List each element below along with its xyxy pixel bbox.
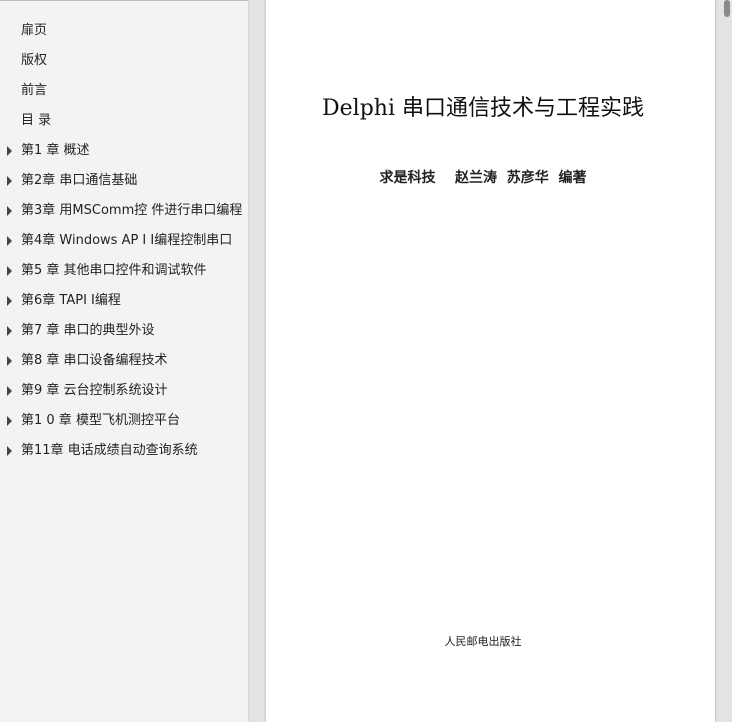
document-page: Delphi 串口通信技术与工程实践 求是科技 赵兰涛 苏彦华 编著 人民邮电出… [266, 0, 715, 722]
expand-arrow-icon[interactable] [7, 446, 12, 456]
outline-item[interactable]: 第6章 TAPI I编程 [0, 286, 248, 316]
outline-item-label: 第2章 串口通信基础 [21, 173, 138, 188]
scrollbar-thumb[interactable] [724, 0, 730, 17]
outline-item-label: 第7 章 串口的典型外设 [21, 323, 155, 338]
outline-item[interactable]: 第5 章 其他串口控件和调试软件 [0, 256, 248, 286]
outline-item-label: 前言 [21, 83, 48, 98]
outline-item-label: 目 录 [21, 113, 52, 128]
outline-item-label: 第9 章 云台控制系统设计 [21, 383, 168, 398]
vertical-scrollbar[interactable] [722, 0, 732, 722]
outline-item[interactable]: 版权 [0, 46, 248, 76]
document-viewport: Delphi 串口通信技术与工程实践 求是科技 赵兰涛 苏彦华 编著 人民邮电出… [249, 0, 732, 722]
outline-item-label: 第1 0 章 模型飞机测控平台 [21, 413, 180, 428]
outline-item[interactable]: 目 录 [0, 106, 248, 136]
expand-arrow-icon[interactable] [7, 176, 12, 186]
outline-item[interactable]: 第2章 串口通信基础 [0, 166, 248, 196]
outline-item[interactable]: 前言 [0, 76, 248, 106]
expand-arrow-icon[interactable] [7, 206, 12, 216]
outline-item-label: 版权 [21, 53, 48, 68]
expand-arrow-icon[interactable] [7, 326, 12, 336]
outline-item-label: 第6章 TAPI I编程 [21, 293, 121, 308]
outline-item-label: 第5 章 其他串口控件和调试软件 [21, 263, 207, 278]
expand-arrow-icon[interactable] [7, 356, 12, 366]
book-title: Delphi 串口通信技术与工程实践 [322, 96, 644, 121]
outline-item-label: 第4章 Windows AP I I编程控制串口 [21, 233, 233, 248]
expand-arrow-icon[interactable] [7, 296, 12, 306]
book-authors: 求是科技 赵兰涛 苏彦华 编著 [379, 170, 587, 186]
outline-item-label: 第3章 用MSComm控 件进行串口编程 [21, 203, 243, 218]
outline-item[interactable]: 第1 0 章 模型飞机测控平台 [0, 406, 248, 436]
book-publisher: 人民邮电出版社 [444, 635, 522, 648]
outline-item[interactable]: 第8 章 串口设备编程技术 [0, 346, 248, 376]
outline-item[interactable]: 第3章 用MSComm控 件进行串口编程 [0, 196, 248, 226]
outline-item[interactable]: 第1 章 概述 [0, 136, 248, 166]
outline-item-label: 第11章 电话成绩自动查询系统 [21, 443, 198, 458]
expand-arrow-icon[interactable] [7, 266, 12, 276]
outline-item-label: 第8 章 串口设备编程技术 [21, 353, 168, 368]
outline-item[interactable]: 第7 章 串口的典型外设 [0, 316, 248, 346]
expand-arrow-icon[interactable] [7, 236, 12, 246]
outline-item-label: 扉页 [21, 23, 48, 38]
outline-item[interactable]: 第4章 Windows AP I I编程控制串口 [0, 226, 248, 256]
outline-item[interactable]: 第11章 电话成绩自动查询系统 [0, 436, 248, 466]
outline-item[interactable]: 扉页 [0, 16, 248, 46]
expand-arrow-icon[interactable] [7, 146, 12, 156]
expand-arrow-icon[interactable] [7, 416, 12, 426]
outline-item[interactable]: 第9 章 云台控制系统设计 [0, 376, 248, 406]
outline-sidebar: 扉页版权前言目 录第1 章 概述第2章 串口通信基础第3章 用MSComm控 件… [0, 0, 248, 722]
outline-item-label: 第1 章 概述 [21, 143, 90, 158]
reader-window: 扉页版权前言目 录第1 章 概述第2章 串口通信基础第3章 用MSComm控 件… [0, 0, 732, 722]
expand-arrow-icon[interactable] [7, 386, 12, 396]
outline-list: 扉页版权前言目 录第1 章 概述第2章 串口通信基础第3章 用MSComm控 件… [0, 16, 248, 466]
